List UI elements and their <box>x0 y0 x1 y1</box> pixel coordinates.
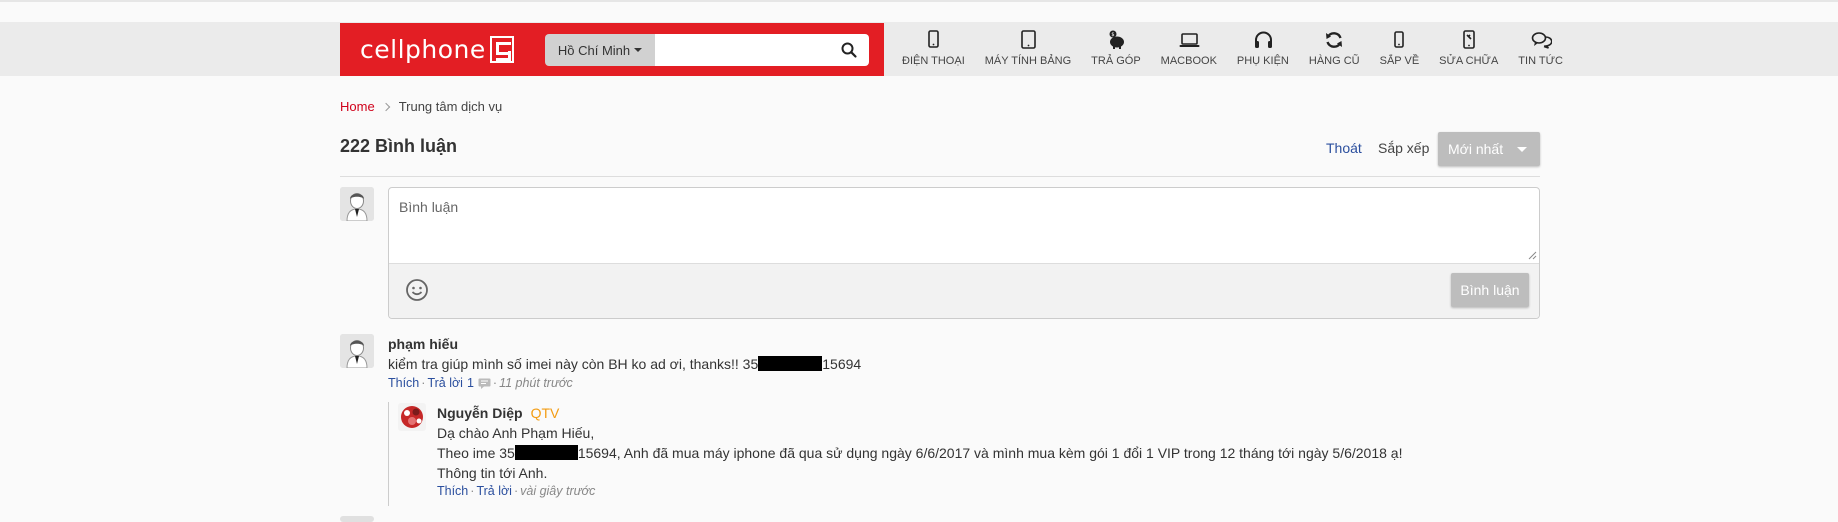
breadcrumb: Home Trung tâm dịch vụ <box>340 99 502 114</box>
nav-label: TRẢ GÓP <box>1091 55 1141 67</box>
refresh-icon <box>1326 32 1343 48</box>
admin-avatar <box>398 403 426 431</box>
cellphones-logo[interactable]: cellphone <box>360 34 514 64</box>
chevron-right-icon <box>381 102 390 111</box>
comment-time: 11 phút trước <box>499 376 573 390</box>
reply-author: Nguyễn Diệp QTV <box>437 405 559 421</box>
headphones-icon <box>1254 31 1272 48</box>
next-comment-avatar <box>340 516 374 522</box>
resize-grip-icon[interactable] <box>1527 250 1537 260</box>
like-link[interactable]: Thích <box>437 484 468 498</box>
comment-bubble-icon <box>478 378 491 389</box>
tablet-icon <box>1021 30 1036 49</box>
composer-toolbar: Bình luận <box>389 264 1539 318</box>
nav-phu-kien[interactable]: PHỤ KIỆN <box>1227 26 1299 72</box>
reply-link[interactable]: Trả lời <box>427 376 463 390</box>
nav-label: SẮP VỀ <box>1379 55 1420 67</box>
nav-label: MÁY TÍNH BẢNG <box>984 55 1072 67</box>
nav-may-tinh-bang[interactable]: MÁY TÍNH BẢNG <box>975 26 1081 72</box>
reply-link[interactable]: Trả lời <box>476 484 512 498</box>
divider <box>340 176 1540 177</box>
like-link[interactable]: Thích <box>388 376 419 390</box>
sort-dropdown[interactable]: Mới nhất <box>1438 132 1540 166</box>
city-label: Hồ Chí Minh <box>557 42 631 58</box>
nav-label: SỬA CHỮA <box>1439 55 1499 67</box>
redacted-block <box>514 445 578 460</box>
nav-macbook[interactable]: MACBOOK <box>1151 26 1227 72</box>
comment-author: phạm hiếu <box>388 336 459 352</box>
admin-badge: QTV <box>530 405 560 421</box>
separator-dot: · <box>492 376 498 390</box>
city-selector[interactable]: Hồ Chí Minh <box>545 34 655 66</box>
reply-text-part: 15694, Anh đã mua máy iphone đã qua sử d… <box>577 445 1403 461</box>
separator-dot: · <box>470 484 475 498</box>
nav-label: HÀNG CŨ <box>1308 55 1360 67</box>
caret-down-icon <box>1517 147 1527 152</box>
logo-s-mark <box>489 35 514 63</box>
reply-text-line: Dạ chào Anh Phạm Hiếu, <box>437 425 595 441</box>
submit-comment-button[interactable]: Bình luận <box>1451 273 1529 307</box>
nav-tra-gop[interactable]: $ TRẢ GÓP <box>1081 26 1151 72</box>
top-border <box>0 0 1838 2</box>
nav-sap-ve[interactable]: SẮP VỀ <box>1370 26 1430 72</box>
breadcrumb-current: Trung tâm dịch vụ <box>398 99 503 114</box>
logout-link[interactable]: Thoát <box>1326 140 1362 156</box>
chat-bubbles-icon <box>1531 32 1552 49</box>
sort-value: Mới nhất <box>1448 141 1504 157</box>
nav-label: PHỤ KIỆN <box>1236 55 1289 67</box>
nav-label: TIN TỨC <box>1518 55 1563 67</box>
search-icon[interactable] <box>840 41 858 59</box>
comment-composer: Bình luận <box>388 187 1540 319</box>
nav-label: MACBOOK <box>1160 55 1217 67</box>
nav-tin-tuc[interactable]: TIN TỨC <box>1508 26 1573 72</box>
reply-text-line: Thông tin tới Anh. <box>437 465 548 481</box>
repair-phone-icon <box>1462 30 1475 49</box>
comment-text: kiểm tra giúp mình số imei này còn BH ko… <box>388 356 861 372</box>
default-avatar-icon <box>340 187 374 221</box>
emoji-icon[interactable] <box>405 278 429 302</box>
nav-sua-chua[interactable]: SỬA CHỮA <box>1429 26 1508 72</box>
nav-hang-cu[interactable]: HÀNG CŨ <box>1299 26 1370 72</box>
current-user-avatar <box>340 187 374 221</box>
reply-text-part: Theo ime 35 <box>437 445 515 461</box>
admin-avatar-image <box>398 403 426 431</box>
nav-label: ĐIỆN THOẠI <box>902 55 965 67</box>
comment-count-title: 222 Bình luận <box>340 136 458 156</box>
reply-actions: Thích · Trả lời · vài giây trước <box>437 484 595 498</box>
logo-text: cellphone <box>360 34 486 64</box>
phone-icon <box>928 30 940 48</box>
caret-down-icon <box>634 48 643 52</box>
redacted-block <box>758 356 823 371</box>
separator-dot: · <box>421 376 426 390</box>
breadcrumb-home[interactable]: Home <box>340 99 375 114</box>
laptop-icon <box>1179 33 1200 47</box>
reply-count[interactable]: 1 <box>467 376 474 390</box>
comment-avatar <box>340 334 374 368</box>
search-input[interactable] <box>655 34 869 66</box>
reply-time: vài giây trước <box>520 484 596 498</box>
comment-text-part: kiểm tra giúp mình số imei này còn BH ko… <box>388 356 759 372</box>
sort-label: Sắp xếp <box>1378 140 1430 156</box>
comment-input[interactable] <box>389 188 1539 264</box>
phone-icon <box>1394 31 1405 48</box>
main-nav: ĐIỆN THOẠI MÁY TÍNH BẢNG $ TRẢ GÓP MACBO… <box>892 26 1573 72</box>
reply-author-name: Nguyễn Diệp <box>437 405 523 421</box>
reply-thread-line <box>388 402 389 506</box>
nav-dien-thoai[interactable]: ĐIỆN THOẠI <box>892 26 975 72</box>
piggy-bank-icon: $ <box>1109 30 1124 49</box>
separator-dot: · <box>513 484 519 498</box>
comment-text-part: 15694 <box>822 356 862 372</box>
reply-text-line: Theo ime 35 15694, Anh đã mua máy iphone … <box>437 445 1402 461</box>
svg-text:$: $ <box>1111 32 1114 38</box>
default-avatar-icon <box>340 334 374 368</box>
comment-actions: Thích · Trả lời 1 · 11 phút trước <box>388 376 573 390</box>
